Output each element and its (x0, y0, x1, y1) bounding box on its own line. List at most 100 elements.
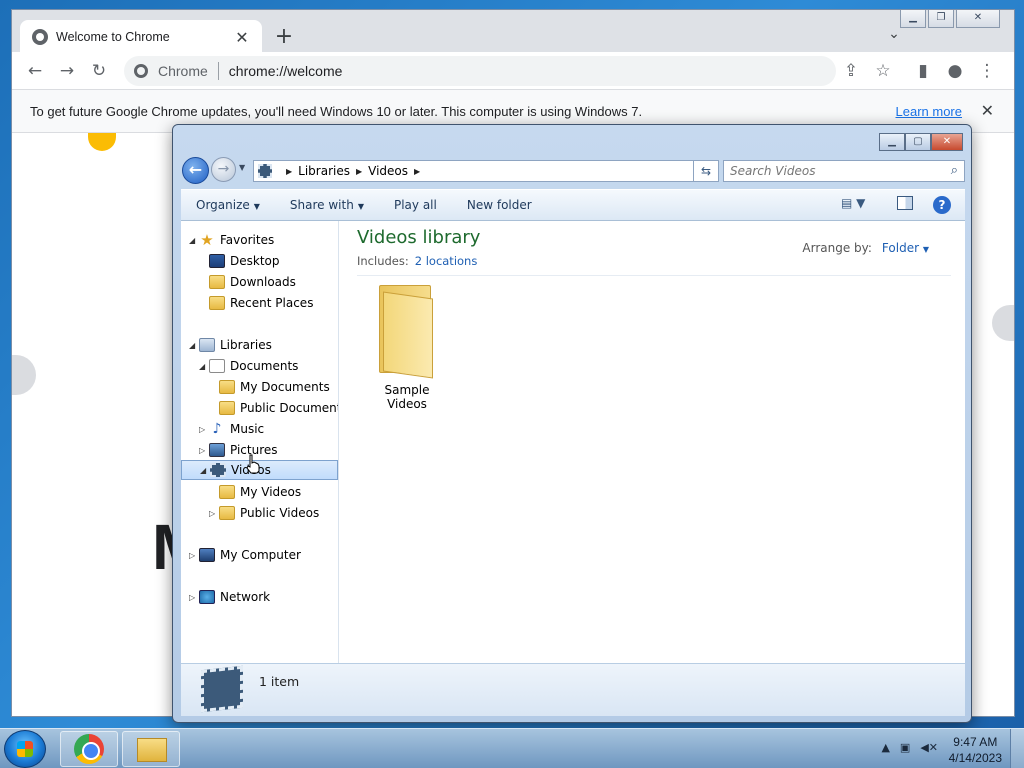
dropdown-arrow-icon: ▼ (357, 202, 364, 211)
show-desktop-button[interactable] (1010, 729, 1024, 768)
nav-label: My Videos (240, 485, 302, 499)
nav-music[interactable]: ▷ ♪ Music (199, 419, 264, 439)
expanded-arrow-icon[interactable]: ◢ (200, 466, 210, 475)
infobar-close-icon[interactable]: ✕ (981, 101, 994, 121)
help-icon[interactable]: ? (933, 196, 951, 214)
folder-item[interactable]: Sample Videos (363, 279, 451, 411)
nav-downloads[interactable]: Downloads (209, 272, 296, 292)
back-arrow-icon[interactable]: ← (24, 60, 46, 82)
side-panel-icon[interactable]: ▮ (912, 60, 934, 82)
nav-my-documents[interactable]: My Documents (219, 377, 330, 397)
preview-pane-icon[interactable] (897, 196, 913, 210)
breadcrumb-videos[interactable]: Videos (368, 164, 408, 178)
nav-favorites[interactable]: ◢ ★ Favorites (189, 230, 274, 250)
explorer-body: ◢ ★ Favorites Desktop Downloads Recent P… (181, 221, 965, 663)
reload-icon[interactable]: ↻ (88, 60, 110, 82)
taskbar-chrome-button[interactable] (60, 731, 118, 767)
omnibox-url: chrome://welcome (228, 63, 343, 79)
learn-more-link[interactable]: Learn more (896, 104, 962, 119)
expanded-arrow-icon[interactable]: ◢ (189, 236, 199, 245)
tab-welcome[interactable]: Welcome to Chrome ✕ (20, 20, 262, 54)
nav-label: Music (230, 422, 265, 436)
computer-icon (199, 548, 215, 562)
arrange-by-dropdown[interactable]: Folder (882, 241, 919, 255)
network-status-icon[interactable]: ▣ (900, 741, 910, 754)
libraries-icon (199, 338, 215, 352)
network-icon (199, 590, 215, 604)
volume-muted-icon[interactable]: ◀✕ (920, 741, 938, 754)
chrome-site-icon (134, 64, 148, 78)
recent-pages-chevron-icon[interactable]: ▼ (239, 163, 245, 172)
clock[interactable]: 9:47 AM 4/14/2023 (949, 734, 1002, 766)
nav-recent-places[interactable]: Recent Places (209, 293, 313, 313)
back-button[interactable]: ← (182, 157, 209, 184)
collapsed-arrow-icon[interactable]: ▷ (209, 509, 219, 518)
taskbar-explorer-button[interactable] (122, 731, 180, 767)
nav-my-videos[interactable]: My Videos (219, 482, 301, 502)
organize-label: Organize (196, 198, 250, 212)
search-input[interactable] (724, 161, 934, 181)
nav-documents[interactable]: ◢ Documents (199, 356, 298, 376)
expanded-arrow-icon[interactable]: ◢ (189, 341, 199, 350)
decorative-shape (88, 133, 116, 151)
nav-libraries[interactable]: ◢ Libraries (189, 335, 272, 355)
includes-label: Includes: (357, 254, 409, 268)
hand-cursor-icon (246, 454, 260, 474)
search-box[interactable]: ⌕ (723, 160, 965, 182)
recent-places-icon (209, 296, 225, 310)
nav-my-computer[interactable]: ▷ My Computer (189, 545, 301, 565)
nav-network[interactable]: ▷ Network (189, 587, 270, 607)
clock-date: 4/14/2023 (948, 751, 1002, 765)
minimize-button[interactable]: ▁ (879, 133, 905, 151)
folder-icon (377, 283, 437, 379)
breadcrumb-libraries[interactable]: Libraries (298, 164, 350, 178)
share-with-label: Share with (289, 198, 354, 212)
change-view-icon[interactable]: ▤ ▼ (841, 196, 865, 210)
system-tray: ▲ ▣ ◀✕ (881, 741, 938, 754)
maximize-button[interactable]: ▢ (905, 133, 931, 151)
explorer-window: ▁ ▢ ✕ ← → ▼ ▶ Libraries ▶ Videos ▶ ▼ ⇆ ⌕… (172, 124, 972, 723)
forward-arrow-icon[interactable]: → (56, 60, 78, 82)
search-icon[interactable]: ⌕ (951, 163, 958, 178)
omnibox[interactable]: Chrome chrome://welcome (124, 56, 836, 86)
collapsed-arrow-icon[interactable]: ▷ (199, 425, 209, 434)
address-bar[interactable]: ▶ Libraries ▶ Videos ▶ ▼ (253, 160, 719, 182)
close-button[interactable]: ✕ (956, 10, 1000, 28)
locations-link[interactable]: 2 locations (415, 254, 478, 268)
menu-kebab-icon[interactable]: ⋮ (976, 60, 998, 82)
organize-button[interactable]: Organize ▼ (181, 198, 275, 212)
tab-close-icon[interactable]: ✕ (234, 28, 250, 47)
collapsed-arrow-icon[interactable]: ▷ (189, 551, 199, 560)
nav-label: Recent Places (230, 296, 314, 310)
collapsed-arrow-icon[interactable]: ▷ (189, 593, 199, 602)
breadcrumb-arrow-icon[interactable]: ▶ (356, 167, 362, 176)
close-button[interactable]: ✕ (931, 133, 963, 151)
share-with-button[interactable]: Share with ▼ (275, 198, 379, 212)
collapsed-arrow-icon[interactable]: ▷ (199, 446, 209, 455)
forward-button[interactable]: → (211, 157, 236, 182)
omnibox-label: Chrome (158, 63, 208, 79)
profile-avatar-icon[interactable]: ● (944, 60, 966, 82)
bookmark-star-icon[interactable]: ☆ (872, 60, 894, 82)
tab-search-chevron-icon[interactable]: ⌄ (882, 26, 906, 46)
breadcrumb-arrow-icon[interactable]: ▶ (286, 167, 292, 176)
minimize-button[interactable]: ▁ (900, 10, 926, 28)
dropdown-arrow-icon[interactable]: ▼ (923, 245, 929, 254)
new-tab-button[interactable]: + (270, 24, 298, 52)
nav-public-videos[interactable]: ▷ Public Videos (209, 503, 319, 523)
share-icon[interactable]: ⇪ (840, 60, 862, 82)
tab-title: Welcome to Chrome (56, 30, 170, 44)
start-button[interactable] (4, 730, 46, 768)
play-all-button[interactable]: Play all (379, 198, 452, 212)
nav-desktop[interactable]: Desktop (209, 251, 280, 271)
show-hidden-icons-icon[interactable]: ▲ (881, 741, 889, 754)
refresh-button[interactable]: ⇆ (693, 160, 719, 182)
explorer-window-controls: ▁ ▢ ✕ (879, 133, 963, 151)
restore-button[interactable]: ❐ (928, 10, 954, 28)
nav-label: Documents (230, 359, 299, 373)
nav-pictures[interactable]: ▷ Pictures (199, 440, 278, 460)
expanded-arrow-icon[interactable]: ◢ (199, 362, 209, 371)
nav-public-documents[interactable]: Public Documents (219, 398, 338, 418)
new-folder-button[interactable]: New folder (452, 198, 547, 212)
breadcrumb-arrow-icon[interactable]: ▶ (414, 167, 420, 176)
